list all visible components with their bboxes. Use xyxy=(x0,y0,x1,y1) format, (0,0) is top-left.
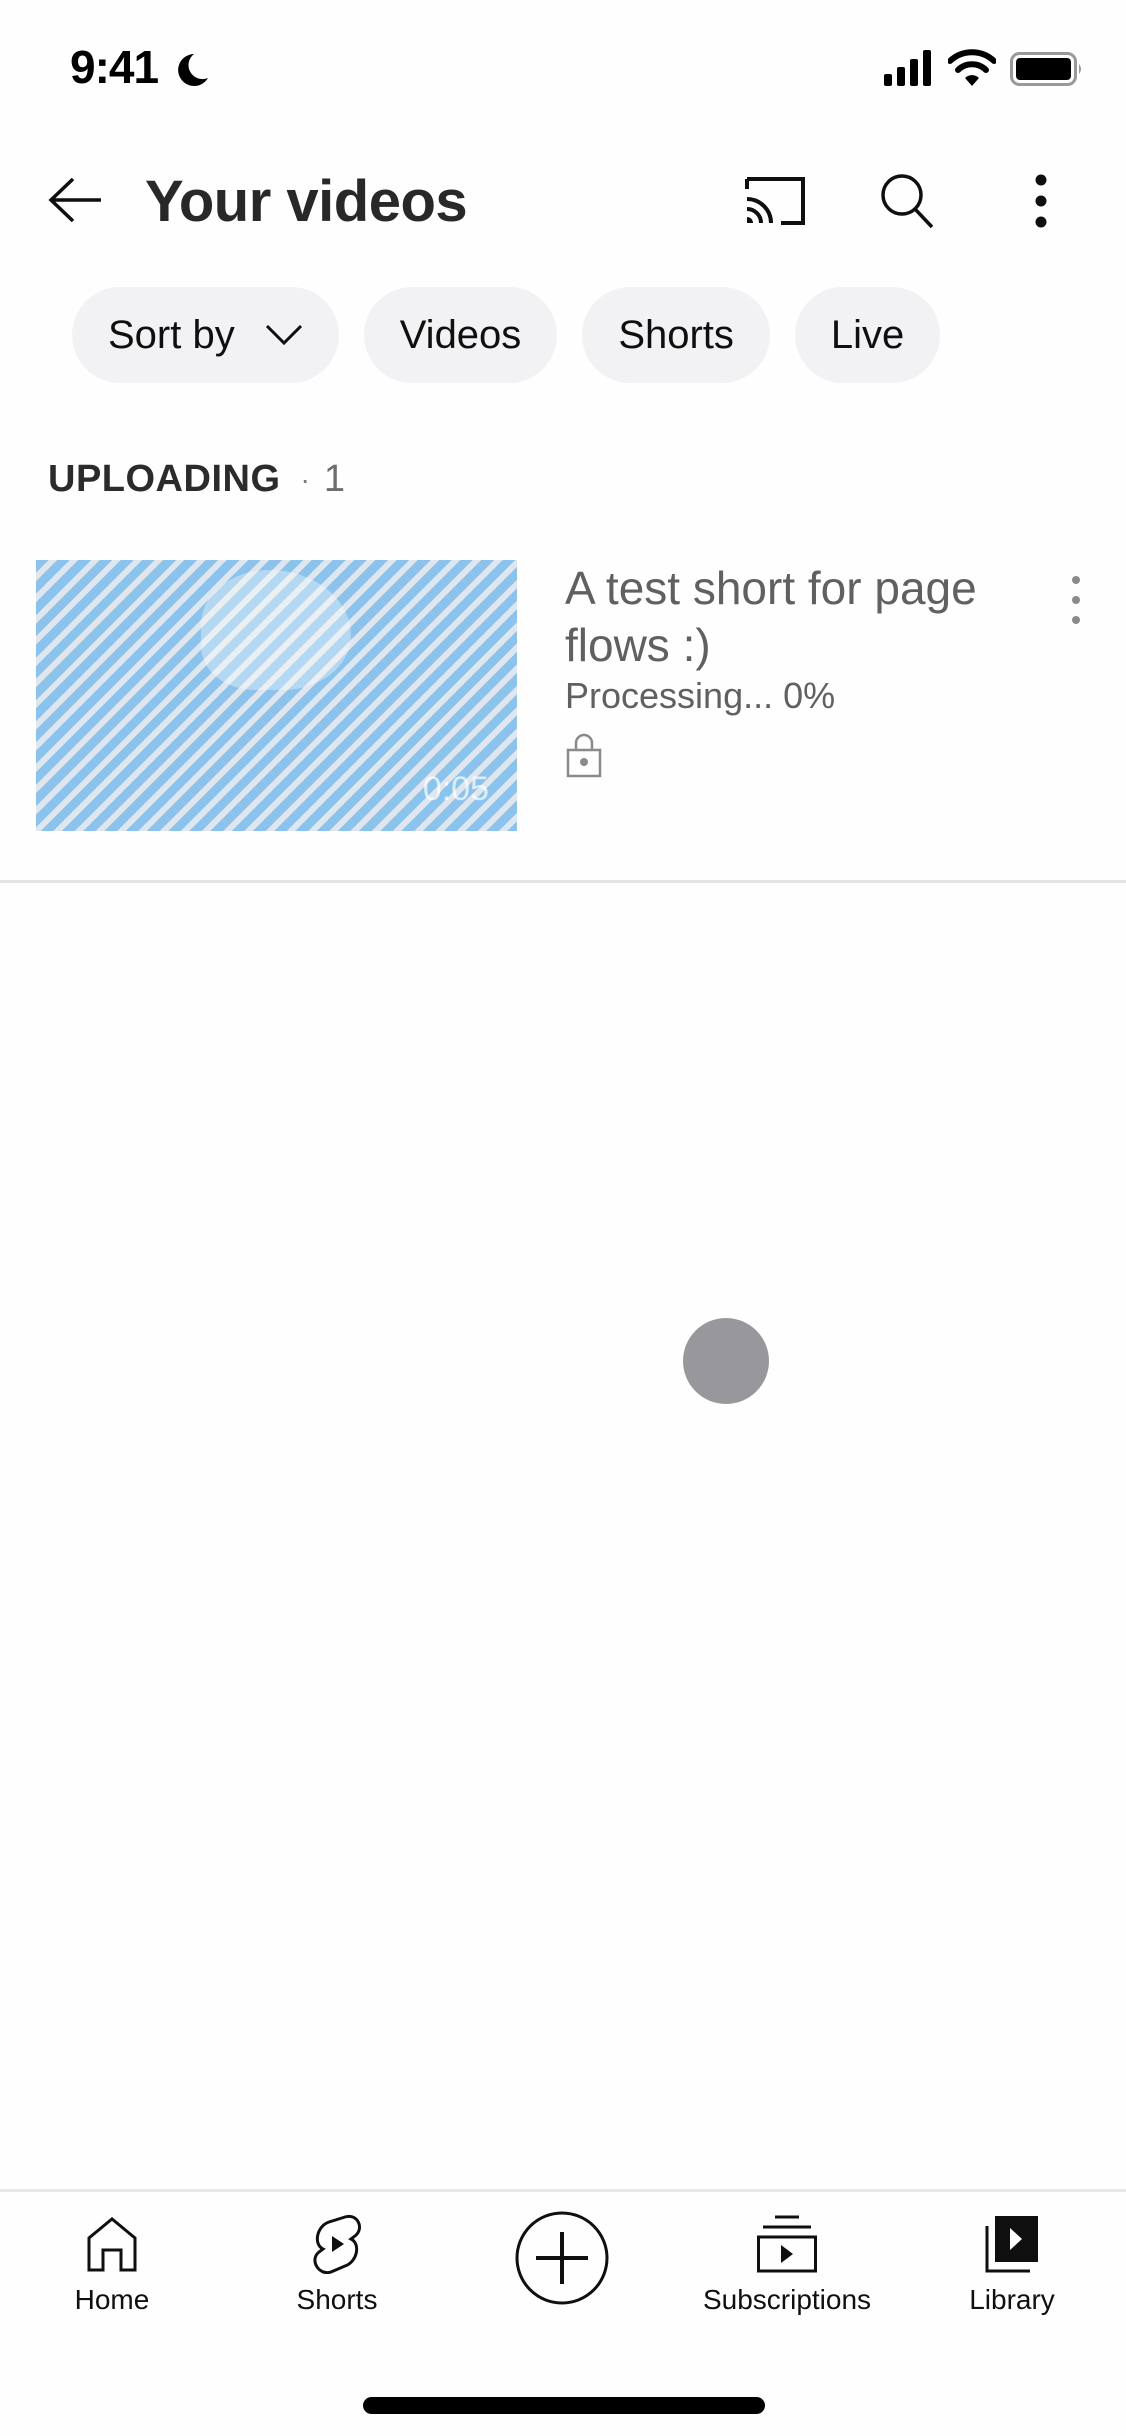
home-indicator[interactable] xyxy=(363,2397,765,2414)
sort-by-chip[interactable]: Sort by xyxy=(72,287,339,383)
dot xyxy=(1072,616,1080,624)
battery-icon xyxy=(1010,52,1081,86)
nav-library[interactable]: Library xyxy=(912,2214,1112,2316)
dot xyxy=(1072,576,1080,584)
page-title: Your videos xyxy=(145,169,468,234)
nav-home-label: Home xyxy=(74,2284,150,2315)
video-duration: 0:05 xyxy=(422,770,489,808)
chevron-down-icon xyxy=(265,324,302,346)
search-button[interactable] xyxy=(873,166,943,236)
video-processing-status: Processing... 0% xyxy=(565,675,836,716)
video-list-item[interactable]: 0:05 A test short for page flows :) Proc… xyxy=(0,560,1126,831)
nav-home[interactable]: Home xyxy=(12,2214,212,2316)
top-app-bar: Your videos xyxy=(0,150,1126,250)
cast-button[interactable] xyxy=(740,166,810,236)
dot xyxy=(1072,596,1080,604)
lock-icon xyxy=(566,733,602,778)
video-more-button[interactable] xyxy=(1062,570,1090,630)
home-icon xyxy=(87,2217,137,2272)
status-bar: 9:41 xyxy=(0,0,1126,140)
nav-subscriptions-label: Subscriptions xyxy=(702,2284,872,2315)
cast-icon xyxy=(745,177,805,225)
moon-icon xyxy=(178,54,208,86)
section-divider xyxy=(0,880,1126,883)
section-label: UPLOADING xyxy=(48,458,281,500)
back-button[interactable] xyxy=(40,170,110,230)
videos-chip[interactable]: Videos xyxy=(363,287,558,383)
video-thumbnail[interactable]: 0:05 xyxy=(36,560,517,831)
touch-indicator xyxy=(683,1318,769,1404)
section-separator: · xyxy=(300,463,310,495)
cellular-signal-icon xyxy=(884,50,931,86)
status-time: 9:41 xyxy=(70,41,159,93)
shorts-chip[interactable]: Shorts xyxy=(582,287,770,383)
thumbnail-image-content xyxy=(201,570,351,690)
more-vertical-icon xyxy=(1035,174,1047,228)
library-icon xyxy=(985,2216,1038,2273)
filter-chips: Sort by Videos Shorts Live xyxy=(72,287,941,383)
video-title: A test short for page flows :) xyxy=(565,562,977,671)
nav-shorts[interactable]: Shorts xyxy=(237,2214,437,2316)
sort-by-label: Sort by xyxy=(108,312,235,357)
arrow-left-icon xyxy=(48,177,101,223)
section-count: 1 xyxy=(323,458,345,500)
nav-library-label: Library xyxy=(969,2284,1055,2315)
nav-subscriptions[interactable]: Subscriptions xyxy=(687,2214,887,2316)
more-options-button[interactable] xyxy=(1006,166,1076,236)
shorts-icon xyxy=(313,2214,361,2274)
create-plus-icon xyxy=(515,2211,609,2305)
uploading-section-header: UPLOADING · 1 xyxy=(48,458,345,501)
wifi-icon xyxy=(948,49,996,86)
create-button[interactable] xyxy=(462,2210,662,2306)
subscriptions-icon xyxy=(757,2215,817,2273)
nav-shorts-label: Shorts xyxy=(296,2284,378,2315)
search-icon xyxy=(881,174,934,229)
live-chip[interactable]: Live xyxy=(794,287,941,383)
